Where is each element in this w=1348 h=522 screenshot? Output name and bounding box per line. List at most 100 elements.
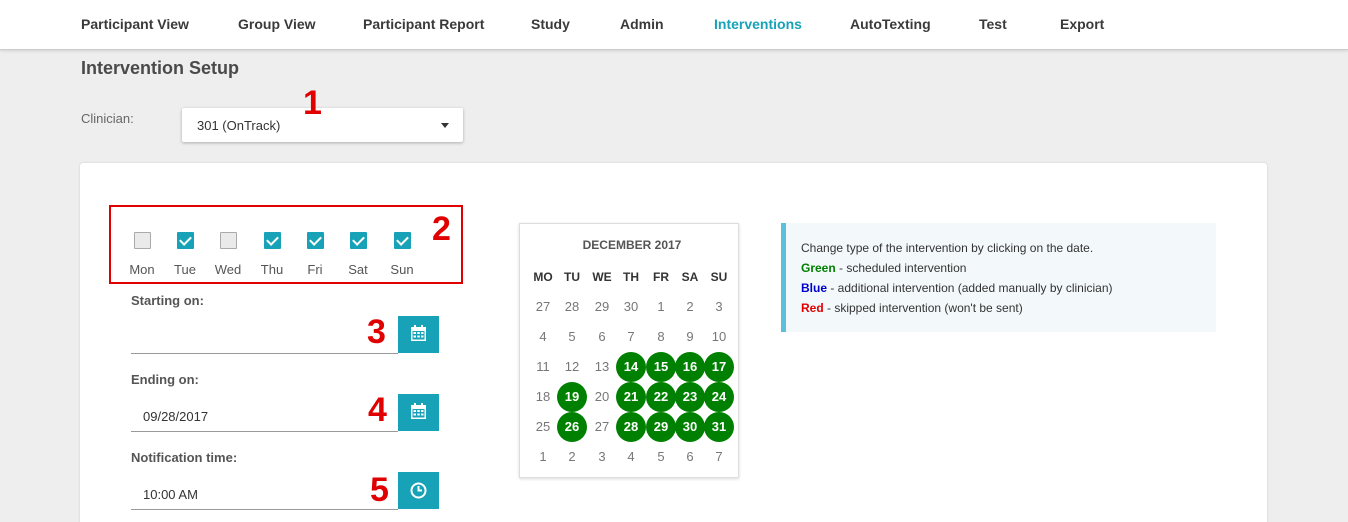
calendar-day[interactable]: 31 [704, 412, 734, 442]
calendar-day[interactable]: 8 [646, 322, 676, 352]
ending-on-calendar-button[interactable] [398, 394, 439, 431]
day-label: Mon [129, 262, 155, 277]
intervention-calendar: DECEMBER 2017 MO TU WE TH FR SA SU 27 28 29 30 1 2 3… [519, 223, 739, 478]
calendar-day[interactable]: 26 [557, 412, 587, 442]
notification-time-label: Notification time: [131, 450, 238, 465]
calendar-day[interactable]: 27 [587, 412, 617, 442]
nav-export[interactable]: Export [1060, 16, 1104, 32]
legend-green-line: Green - scheduled intervention [801, 258, 1216, 278]
ending-on-input[interactable]: 09/28/2017 [131, 394, 398, 432]
calendar-day[interactable]: 22 [646, 382, 676, 412]
checkbox-sat[interactable] [349, 232, 367, 249]
calendar-day[interactable]: 3 [704, 292, 734, 322]
calendar-day[interactable]: 15 [646, 352, 676, 382]
calendar-day[interactable]: 19 [557, 382, 587, 412]
calendar-day[interactable]: 3 [587, 442, 617, 472]
calendar-day[interactable]: 14 [616, 352, 646, 382]
calendar-day[interactable]: 30 [675, 412, 705, 442]
nav-autotexting[interactable]: AutoTexting [850, 16, 931, 32]
calendar-day[interactable]: 24 [704, 382, 734, 412]
calendar-day[interactable]: 1 [528, 442, 558, 472]
calendar-day[interactable]: 10 [704, 322, 734, 352]
nav-test[interactable]: Test [979, 16, 1007, 32]
day-label: Sat [348, 262, 368, 277]
clock-icon [410, 482, 427, 499]
calendar-day[interactable]: 28 [616, 412, 646, 442]
calendar-weekday-header: SU [710, 270, 728, 284]
day-label: Tue [174, 262, 196, 277]
calendar-day[interactable]: 27 [528, 292, 558, 322]
day-wed[interactable]: Wed [210, 232, 246, 277]
calendar-day[interactable]: 21 [616, 382, 646, 412]
calendar-day[interactable]: 6 [587, 322, 617, 352]
calendar-day[interactable]: 6 [675, 442, 705, 472]
calendar-day[interactable]: 2 [675, 292, 705, 322]
legend-red-text: - skipped intervention (won't be sent) [823, 301, 1023, 315]
nav-interventions[interactable]: Interventions [714, 16, 802, 32]
checkbox-wed[interactable] [219, 232, 237, 249]
day-mon[interactable]: Mon [124, 232, 160, 277]
calendar-day[interactable]: 29 [587, 292, 617, 322]
day-thu[interactable]: Thu [254, 232, 290, 277]
day-sun[interactable]: Sun [384, 232, 420, 277]
calendar-day[interactable]: 7 [616, 322, 646, 352]
calendar-day[interactable]: 4 [616, 442, 646, 472]
calendar-day[interactable]: 13 [587, 352, 617, 382]
calendar-day[interactable]: 5 [557, 322, 587, 352]
calendar-day[interactable]: 11 [528, 352, 558, 382]
legend-red-word: Red [801, 301, 824, 315]
day-label: Fri [307, 262, 323, 277]
calendar-day[interactable]: 23 [675, 382, 705, 412]
calendar-day[interactable]: 2 [557, 442, 587, 472]
calendar-weekday-header: SA [681, 270, 699, 284]
calendar-day[interactable]: 18 [528, 382, 558, 412]
calendar-day[interactable]: 28 [557, 292, 587, 322]
day-tue[interactable]: Tue [167, 232, 203, 277]
nav-study[interactable]: Study [531, 16, 570, 32]
calendar-day[interactable]: 25 [528, 412, 558, 442]
calendar-day[interactable]: 17 [704, 352, 734, 382]
page-title: Intervention Setup [81, 58, 240, 78]
notification-time-input[interactable]: 10:00 AM [131, 472, 398, 510]
clinician-select[interactable]: 301 (OnTrack) [182, 108, 463, 142]
weekday-selector: Mon Tue Wed Thu Fri Sat Sun [124, 232, 424, 282]
calendar-day[interactable]: 20 [587, 382, 617, 412]
calendar-day[interactable]: 5 [646, 442, 676, 472]
starting-on-calendar-button[interactable] [398, 316, 439, 353]
nav-admin[interactable]: Admin [620, 16, 664, 32]
nav-group-view[interactable]: Group View [238, 16, 316, 32]
calendar-weekday-header: TH [623, 270, 639, 284]
legend-blue-line: Blue - additional intervention (added ma… [801, 278, 1216, 298]
notification-time-button[interactable] [398, 472, 439, 509]
calendar-day[interactable]: 4 [528, 322, 558, 352]
annotation-1: 1 [303, 84, 322, 122]
day-label: Wed [214, 262, 242, 277]
intervention-legend: Change type of the intervention by click… [781, 223, 1216, 332]
checkbox-fri[interactable] [306, 232, 324, 249]
day-sat[interactable]: Sat [340, 232, 376, 277]
day-label: Sun [390, 262, 414, 277]
legend-green-word: Green [801, 261, 836, 275]
nav-participant-view[interactable]: Participant View [81, 16, 189, 32]
calendar-weekday-header: WE [592, 270, 612, 284]
caret-down-icon [441, 123, 449, 128]
checkbox-tue[interactable] [176, 232, 194, 249]
calendar-day[interactable]: 12 [557, 352, 587, 382]
calendar-day[interactable]: 9 [675, 322, 705, 352]
starting-on-input[interactable] [131, 316, 398, 354]
calendar-day[interactable]: 7 [704, 442, 734, 472]
starting-on-label: Starting on: [131, 293, 204, 308]
calendar-month-label[interactable]: DECEMBER 2017 [520, 238, 744, 252]
ending-on-label: Ending on: [131, 372, 199, 387]
checkbox-sun[interactable] [393, 232, 411, 249]
day-fri[interactable]: Fri [297, 232, 333, 277]
nav-participant-report[interactable]: Participant Report [363, 16, 484, 32]
calendar-day[interactable]: 29 [646, 412, 676, 442]
calendar-day[interactable]: 30 [616, 292, 646, 322]
calendar-day[interactable]: 1 [646, 292, 676, 322]
calendar-day[interactable]: 16 [675, 352, 705, 382]
checkbox-thu[interactable] [263, 232, 281, 249]
checkbox-mon[interactable] [133, 232, 151, 249]
legend-red-line: Red - skipped intervention (won't be sen… [801, 298, 1216, 318]
calendar-weekday-header: TU [564, 270, 580, 284]
